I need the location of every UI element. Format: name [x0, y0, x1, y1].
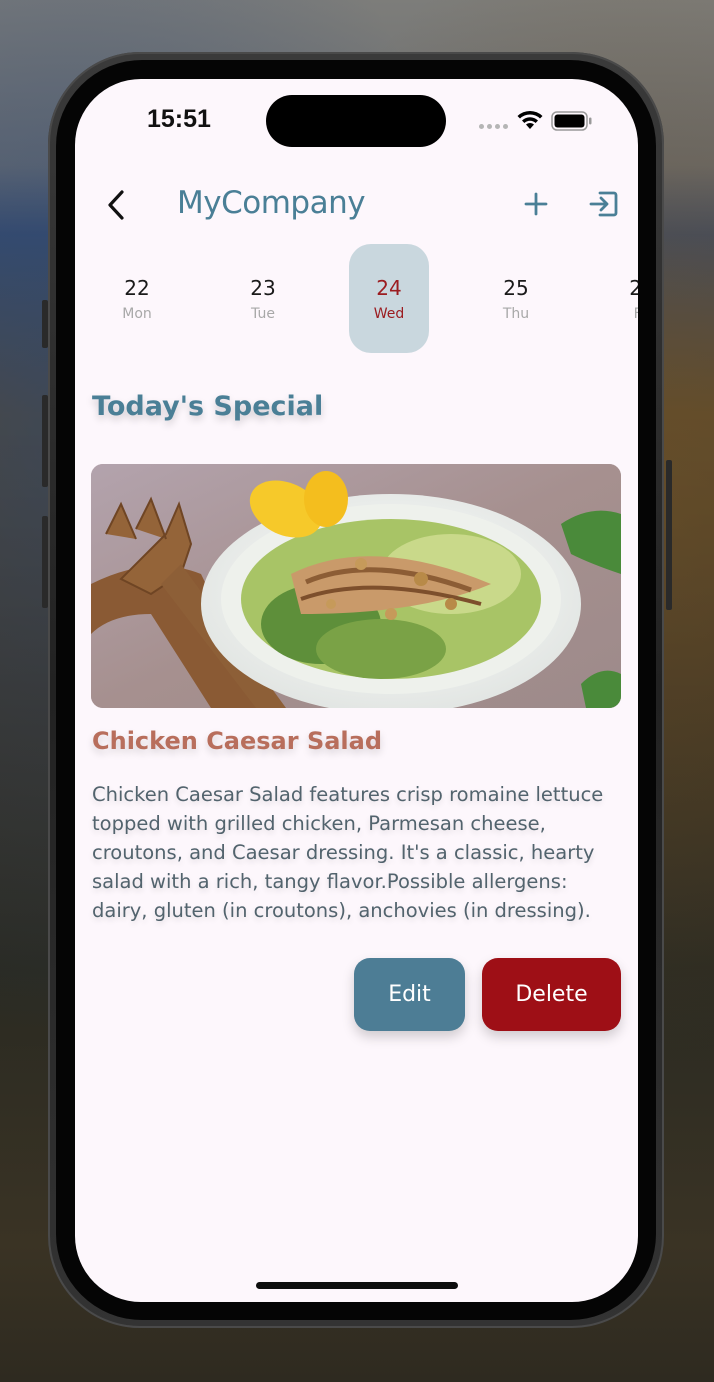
date-item[interactable]: 25 Thu: [476, 244, 556, 353]
dish-description: Chicken Caesar Salad features crisp roma…: [92, 783, 604, 922]
date-item[interactable]: 23 Tue: [223, 244, 303, 353]
date-number: 25: [503, 276, 529, 300]
dish-photo: [91, 464, 621, 708]
back-button[interactable]: [101, 187, 131, 223]
chevron-left-icon: [108, 190, 124, 220]
date-selector: 22 Mon 23 Tue 24 Wed 25 Thu 26 Fri: [75, 244, 638, 354]
section-heading: Today's Special: [92, 391, 324, 422]
date-weekday: Thu: [502, 306, 530, 322]
home-indicator[interactable]: [256, 1282, 458, 1289]
wifi-icon: [517, 110, 543, 129]
salad-image: [91, 464, 621, 708]
delete-button[interactable]: Delete: [482, 958, 621, 1031]
battery-icon: [551, 111, 592, 131]
date-weekday: Mon: [122, 306, 152, 322]
add-button[interactable]: [521, 189, 551, 219]
status-time: 15:51: [147, 105, 211, 133]
app-screen: 15:51 MyCompany 22 Mon 23 Tue 24 Wed 25 …: [75, 79, 638, 1302]
app-title: MyCompany: [177, 185, 366, 221]
date-number: 22: [124, 276, 150, 300]
dish-name: Chicken Caesar Salad: [92, 727, 383, 755]
edit-button[interactable]: Edit: [354, 958, 465, 1031]
power-button: [666, 460, 672, 610]
logout-button[interactable]: [587, 187, 621, 221]
date-weekday: Wed: [373, 306, 405, 322]
plus-icon: [524, 192, 548, 216]
date-item[interactable]: 22 Mon: [97, 244, 177, 353]
dynamic-island: [266, 95, 446, 147]
cellular-signal-icon: [479, 124, 508, 129]
date-weekday: Fri: [633, 306, 638, 322]
date-number: 23: [250, 276, 276, 300]
date-weekday: Tue: [251, 306, 275, 322]
logout-icon: [589, 191, 618, 217]
date-number: 24: [376, 276, 402, 300]
date-item-selected[interactable]: 24 Wed: [349, 244, 429, 353]
date-number: 26: [629, 276, 638, 300]
date-item[interactable]: 26 Fri: [602, 244, 638, 353]
